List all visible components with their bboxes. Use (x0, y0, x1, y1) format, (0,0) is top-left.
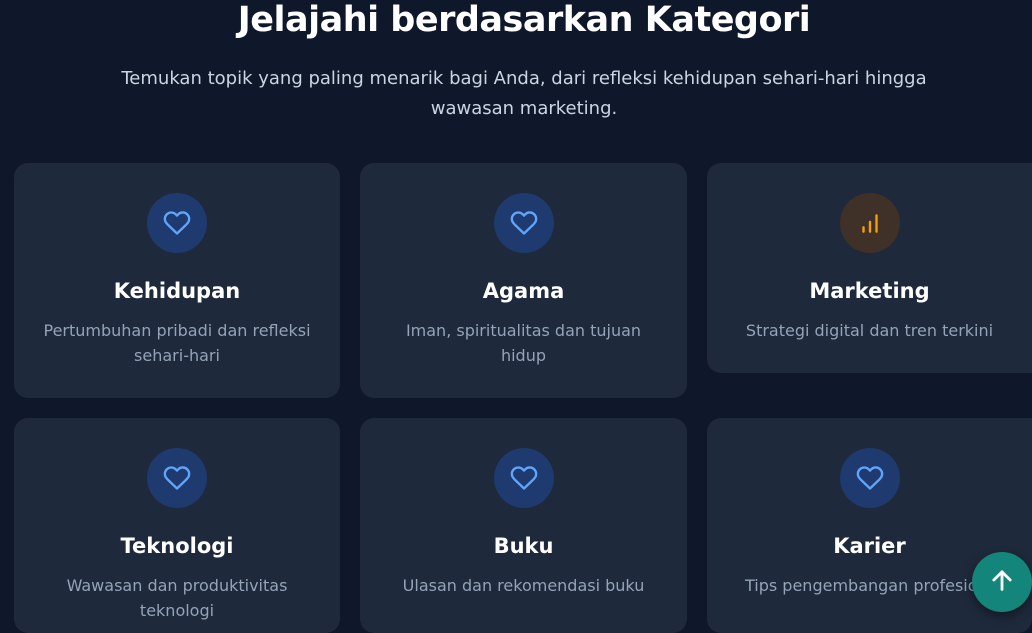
category-description: Pertumbuhan pribadi dan refleksi sehari-… (43, 321, 311, 365)
heart-icon (839, 448, 900, 508)
heart-icon (147, 448, 207, 508)
category-title: Teknologi (120, 534, 234, 558)
category-title: Agama (482, 279, 565, 303)
category-description: Strategi digital dan tren terkini (745, 321, 994, 340)
category-description: Iman, spiritualitas dan tujuan hidup (405, 321, 642, 365)
category-card-teknologi[interactable]: Teknologi Wawasan dan produktivitas tekn… (14, 418, 340, 633)
section-subtitle: Temukan topik yang paling menarik bagi A… (121, 68, 927, 119)
category-card-kehidupan[interactable]: Kehidupan Pertumbuhan pribadi dan reflek… (14, 163, 340, 398)
category-title: Buku (493, 534, 554, 558)
category-title: Kehidupan (113, 279, 241, 303)
scroll-to-top-button[interactable] (972, 552, 1032, 612)
heart-icon (493, 193, 554, 253)
heart-icon (147, 193, 207, 253)
category-title: Karier (833, 534, 906, 558)
arrow-up-icon (988, 566, 1016, 598)
category-description: Tips pengembangan profesional (745, 576, 1002, 595)
category-card-agama[interactable]: Agama Iman, spiritualitas dan tujuan hid… (360, 163, 687, 398)
category-card-buku[interactable]: Buku Ulasan dan rekomendasi buku (360, 418, 687, 633)
category-description: Ulasan dan rekomendasi buku (402, 576, 645, 595)
category-description: Wawasan dan produktivitas teknologi (66, 576, 288, 620)
bar-chart-icon (839, 193, 900, 253)
section-title: Jelajahi berdasarkan Kategori (237, 0, 811, 40)
heart-icon (493, 448, 554, 508)
category-card-marketing[interactable]: Marketing Strategi digital dan tren terk… (707, 163, 1032, 373)
category-title: Marketing (809, 279, 930, 303)
